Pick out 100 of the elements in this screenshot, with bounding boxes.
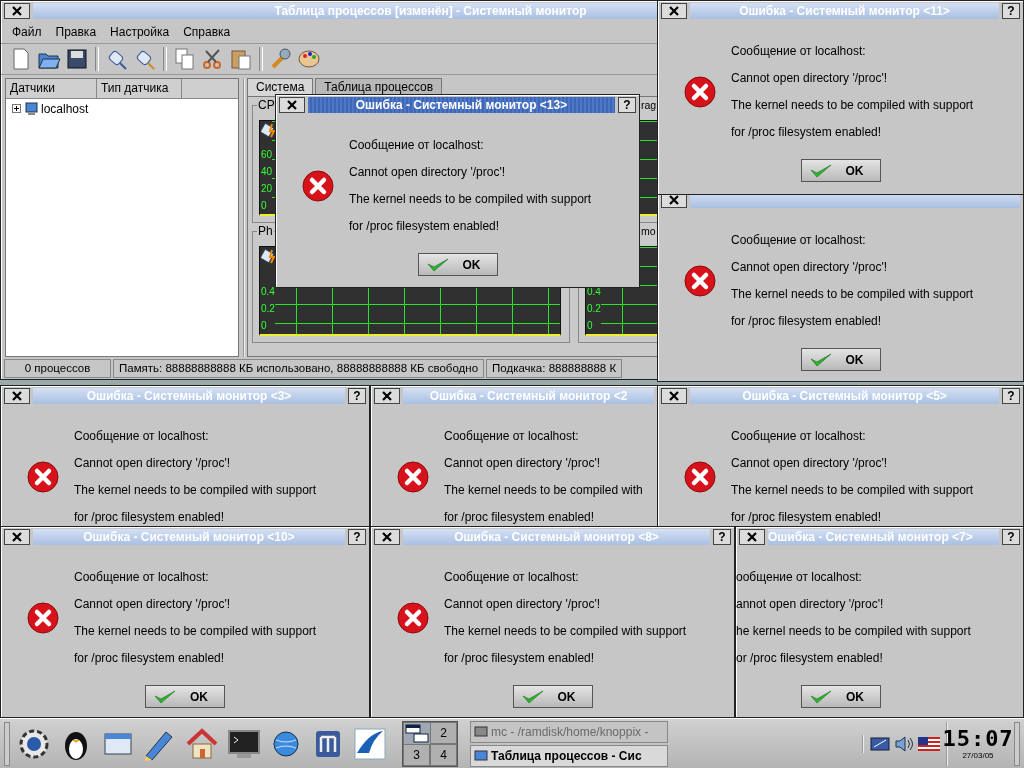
copy-icon[interactable] [173, 46, 197, 71]
ok-button[interactable]: OK [800, 159, 881, 182]
message-text: Cannot open directory '/proc'! [74, 596, 231, 613]
dialog-title: Ошибка - Системный монитор <3> [33, 388, 345, 404]
frame-title: Ph [257, 224, 274, 238]
message-text: Cannot open directory '/proc'! [74, 455, 231, 472]
message-text: The kernel needs to be compiled with support [74, 623, 317, 640]
ok-button[interactable]: OK [512, 685, 593, 708]
ok-button[interactable]: OK [800, 348, 881, 371]
message-text: for /proc filesystem enabled! [444, 650, 596, 667]
computer-icon [24, 101, 38, 116]
error-icon [397, 602, 429, 634]
checkmark-icon [154, 689, 176, 704]
desktop-button[interactable]: 3 [403, 743, 430, 766]
expand-icon[interactable] [12, 104, 21, 114]
axis-label: 40 [261, 164, 273, 179]
message-text: Cannot open directory '/proc'! [731, 70, 888, 87]
app-icon [474, 748, 488, 763]
sensor-icon [261, 121, 277, 138]
message-text: Сообщение от localhost: [444, 428, 580, 445]
close-button[interactable] [739, 529, 765, 545]
message-text: The kernel needs to be compiled with support [731, 482, 974, 499]
help-button[interactable]: ? [1002, 3, 1020, 19]
axis-label: 0.2 [587, 301, 601, 316]
task-button[interactable]: Таблица процессов - Сис [470, 744, 668, 767]
monitor-icon [474, 724, 488, 739]
message-text: for /proc filesystem enabled! [731, 124, 883, 141]
network-icon[interactable] [870, 734, 890, 753]
seagull-icon[interactable] [352, 725, 388, 762]
checkmark-icon [521, 689, 544, 704]
message-text: Cannot open directory '/proc'! [444, 455, 601, 472]
axis-label: 20 [261, 181, 273, 196]
close-icon [12, 532, 22, 542]
close-icon [382, 391, 392, 401]
ok-button[interactable]: OK [145, 685, 225, 708]
tab[interactable]: Система [247, 77, 314, 96]
menu-item[interactable]: Справка [176, 24, 238, 39]
menu-item[interactable]: Настройка [103, 24, 177, 39]
axis-label: 0 [587, 318, 594, 333]
speaker-icon[interactable] [894, 734, 914, 753]
window-title: Таблица процессов [изменён] - Системный монитор [33, 3, 658, 19]
close-button[interactable] [4, 529, 30, 545]
error-icon [684, 76, 716, 108]
sensor-icon [261, 247, 277, 264]
close-icon [669, 195, 679, 205]
menu-item[interactable]: Правка [48, 24, 104, 39]
help-button[interactable]: ? [348, 529, 366, 545]
wrench-icon[interactable] [269, 46, 293, 71]
message-text: he kernel needs to be compiled with support [736, 623, 971, 640]
message-text: Сообщение от localhost: [731, 428, 867, 445]
close-icon [12, 391, 22, 401]
close-button[interactable] [661, 388, 687, 404]
desktop-preview-icon[interactable] [403, 721, 432, 746]
error-icon [684, 461, 716, 493]
message-text: Cannot open directory '/proc'! [349, 164, 506, 181]
help-button[interactable]: ? [348, 388, 366, 404]
close-button[interactable] [4, 3, 30, 19]
error-icon [684, 265, 716, 297]
dialog-title: Ошибка - Системный монитор <10> [33, 529, 345, 545]
close-button[interactable] [279, 97, 305, 113]
column-header[interactable]: Тип датчика [97, 78, 182, 98]
help-button[interactable]: ? [618, 97, 636, 113]
message-text: for /proc filesystem enabled! [731, 509, 883, 526]
checkmark-icon [426, 257, 449, 272]
close-button[interactable] [661, 3, 687, 19]
close-icon [287, 100, 297, 110]
message-text: for /proc filesystem enabled! [444, 509, 596, 526]
close-icon [747, 532, 757, 542]
message-text: Cannot open directory '/proc'! [444, 596, 601, 613]
message-text: Сообщение от localhost: [444, 569, 580, 586]
message-text: for /proc filesystem enabled! [74, 650, 226, 667]
tree-item[interactable]: localhost [41, 101, 89, 116]
axis-label: 0.4 [261, 284, 275, 299]
dialog-title: Ошибка - Системный монитор <7> [768, 529, 999, 545]
help-button[interactable]: ? [1002, 529, 1020, 545]
desktop-button[interactable]: 4 [430, 743, 457, 766]
column-header[interactable]: Датчики [6, 78, 97, 98]
tab[interactable]: Таблица процессов [315, 77, 443, 96]
close-button[interactable] [4, 388, 30, 404]
menu-item[interactable]: Файл [5, 24, 49, 39]
error-icon [27, 461, 59, 493]
ok-button[interactable]: OK [417, 253, 498, 276]
close-icon [12, 6, 22, 16]
desktop-button[interactable]: 2 [430, 721, 457, 744]
dialog-title: Ошибка - Системный монитор <2 [403, 388, 654, 404]
close-button[interactable] [374, 388, 400, 404]
message-text: for /proc filesystem enabled! [74, 509, 226, 526]
close-icon [382, 532, 392, 542]
help-button[interactable]: ? [713, 529, 731, 545]
flag-icon[interactable] [918, 736, 940, 751]
help-button[interactable]: ? [1002, 388, 1020, 404]
message-text: Cannot open directory '/proc'! [731, 259, 888, 276]
status-text: 0 процессов [4, 358, 111, 378]
dialog-title: Ошибка - Системный монитор <8> [403, 529, 710, 545]
ok-button[interactable]: OK [801, 685, 881, 708]
message-text: for /proc filesystem enabled! [349, 218, 501, 235]
close-button[interactable] [374, 529, 400, 545]
axis-label: 0 [261, 198, 268, 213]
message-text: The kernel needs to be compiled with support [349, 191, 592, 208]
error-icon [397, 461, 429, 493]
